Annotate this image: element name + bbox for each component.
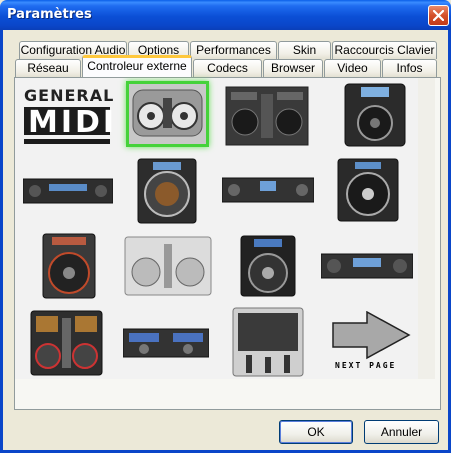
controller-denon-d4500[interactable] — [221, 177, 315, 203]
controller-numark-icdx[interactable] — [240, 235, 296, 297]
denon-dn-hc1000s-icon — [344, 83, 406, 147]
tab-controleur-externe[interactable]: Controleur externe — [82, 55, 192, 77]
allen-heath-xone-icon — [232, 307, 304, 377]
grid-scroll-track — [418, 78, 435, 379]
tab-reseau[interactable]: Réseau — [15, 59, 81, 77]
denon-dn-d4500-icon — [221, 177, 315, 203]
vestax-vci-300-icon — [30, 310, 103, 376]
numark-icdx-icon — [240, 235, 296, 297]
rack-cd-player-icon — [22, 178, 114, 204]
close-icon — [433, 10, 444, 21]
hercules-dj-console-icon — [129, 84, 206, 144]
tab-performances[interactable]: Performances — [190, 41, 277, 59]
next-page-button[interactable]: NEXT PAGE — [331, 310, 411, 373]
controller-american-audio[interactable] — [122, 328, 210, 358]
tab-raccourcis-clavier[interactable]: Raccourcis Clavier — [332, 41, 437, 59]
midi-logo-line2: MIDI — [28, 105, 114, 140]
title-bar[interactable]: Paramètres — [0, 0, 451, 30]
denon-dn-d9000-icon — [320, 253, 414, 279]
denon-dn-hc4500-icon — [225, 86, 309, 146]
tab-browser[interactable]: Browser — [263, 59, 323, 77]
tab-video[interactable]: Video — [324, 59, 381, 77]
controller-pioneer-cdj[interactable] — [42, 233, 96, 299]
controller-vestax-vci300[interactable] — [30, 310, 103, 376]
controller-rack-cd[interactable] — [22, 178, 114, 204]
controller-denon-s3500[interactable] — [337, 158, 399, 222]
denon-dn-s3500-icon — [337, 158, 399, 222]
general-midi-icon: GENERAL MIDI — [24, 86, 114, 144]
controller-denon-hc4500[interactable] — [225, 86, 309, 146]
controller-numark-cdx[interactable] — [137, 158, 197, 224]
numark-cdx-icon — [137, 158, 197, 224]
general-midi-tile[interactable]: GENERAL MIDI — [22, 85, 114, 149]
controller-denon-d9000[interactable] — [320, 253, 414, 279]
controller-allen-heath[interactable] — [232, 307, 304, 377]
next-page-label: NEXT PAGE — [335, 361, 397, 370]
cancel-button[interactable]: Annuler — [364, 420, 439, 444]
controller-hercules[interactable] — [126, 81, 209, 147]
window-frame-left — [0, 30, 3, 453]
tab-infos[interactable]: Infos — [382, 59, 437, 77]
tab-skin[interactable]: Skin — [278, 41, 331, 59]
tab-codecs[interactable]: Codecs — [193, 59, 262, 77]
controller-vestax-vci100[interactable] — [124, 236, 212, 296]
window-title: Paramètres — [7, 7, 92, 22]
vestax-vci-100-icon — [124, 236, 212, 296]
american-audio-ck-icon — [122, 328, 210, 358]
controller-denon-hc1000s[interactable] — [341, 83, 409, 147]
midi-logo-line1: GENERAL — [24, 86, 114, 105]
ok-button[interactable]: OK — [279, 420, 353, 444]
pioneer-cdj-icon — [42, 233, 96, 299]
close-button[interactable] — [428, 5, 449, 26]
